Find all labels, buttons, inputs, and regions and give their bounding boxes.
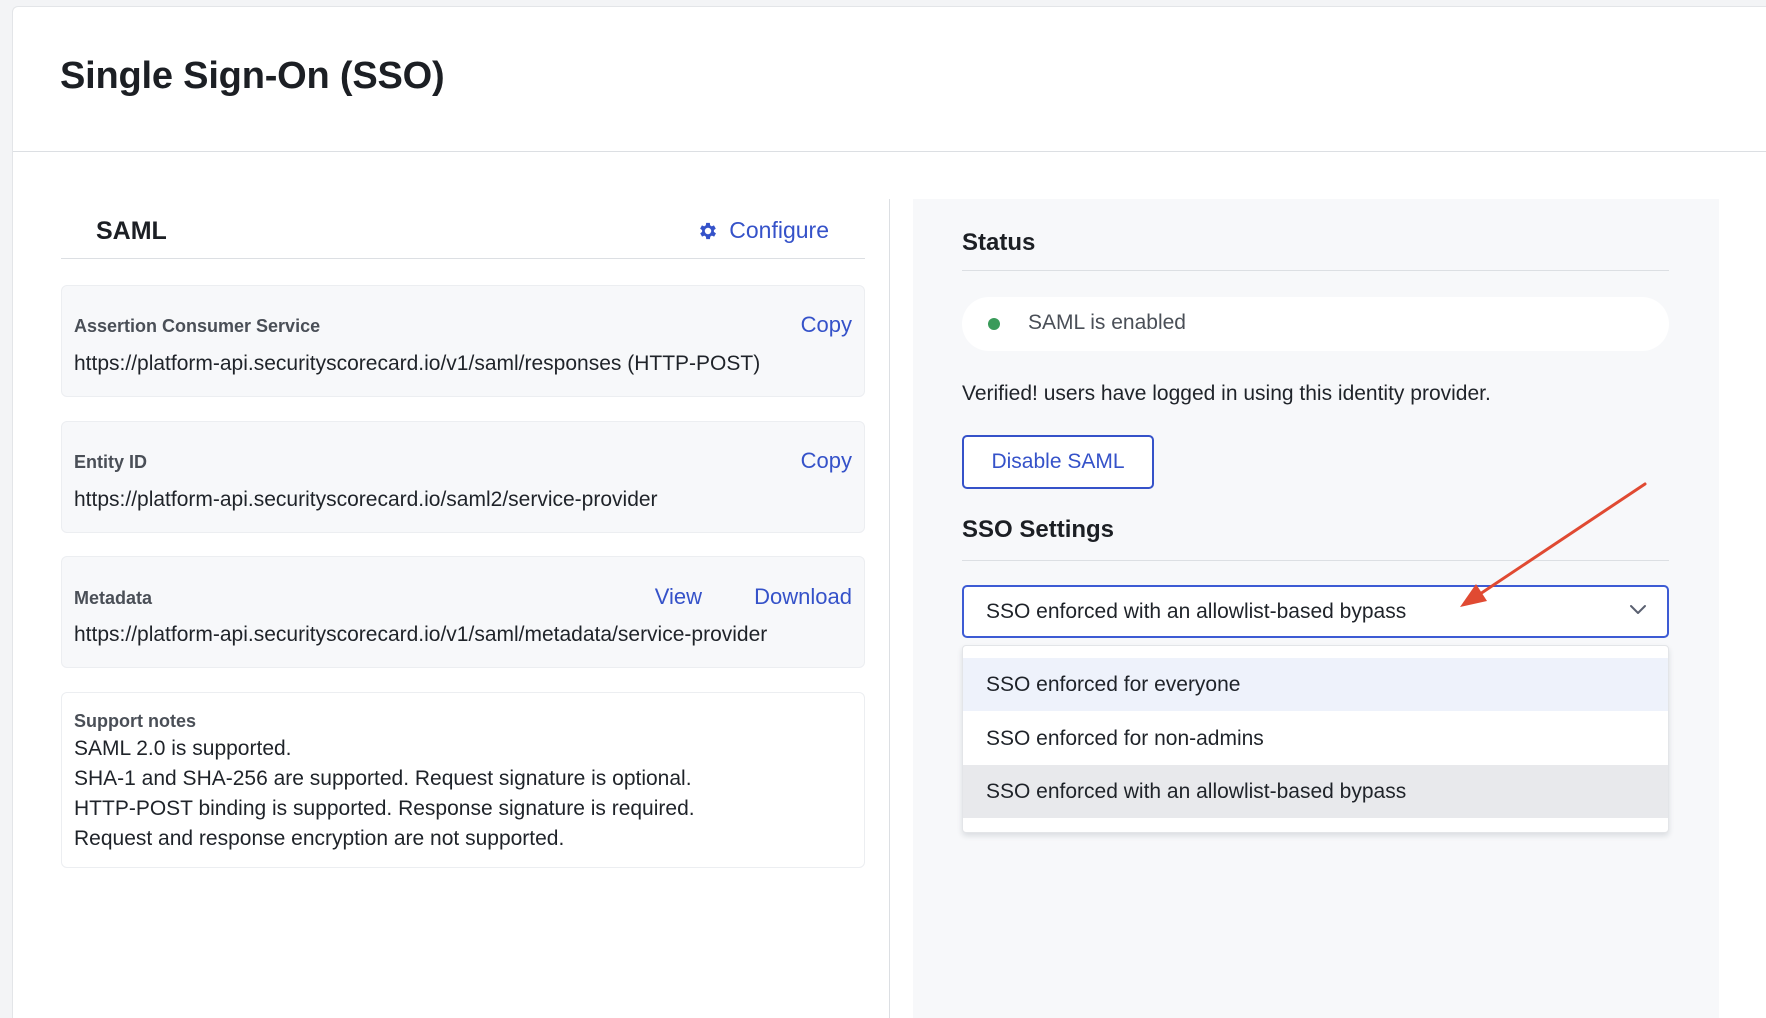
saml-column: SAML Configure Assertion Consumer Servic… [61,199,865,868]
entity-id-value: https://platform-api.securityscorecard.i… [74,488,658,511]
sso-page: Single Sign-On (SSO) SAML Configure Asse… [12,6,1766,1018]
status-title: Status [962,229,1036,256]
metadata-view-link[interactable]: View [655,584,702,610]
support-note-line: HTTP-POST binding is supported. Response… [74,797,695,820]
sso-option-allowlist-bypass[interactable]: SSO enforced with an allowlist-based byp… [963,765,1668,818]
verified-message: Verified! users have logged in using thi… [962,382,1491,405]
disable-saml-button[interactable]: Disable SAML [962,435,1154,489]
entity-id-copy-link[interactable]: Copy [801,448,852,474]
chevron-down-icon [1630,605,1646,614]
metadata-value: https://platform-api.securityscorecard.i… [74,623,768,646]
sso-settings-divider [962,560,1669,561]
metadata-card: Metadata View Download https://platform-… [61,556,865,668]
sso-option-everyone[interactable]: SSO enforced for everyone [963,658,1668,711]
configure-label: Configure [729,217,829,243]
saml-title: SAML [96,217,167,245]
metadata-download-link[interactable]: Download [754,584,852,610]
sso-mode-select[interactable]: SSO enforced with an allowlist-based byp… [962,585,1669,638]
status-panel: Status SAML is enabled Verified! users h… [913,199,1719,1018]
acs-copy-link[interactable]: Copy [801,312,852,338]
status-badge: SAML is enabled [962,297,1669,351]
metadata-label: Metadata [74,588,153,608]
configure-button[interactable]: Configure [697,217,829,244]
sso-option-non-admins[interactable]: SSO enforced for non-admins [963,712,1668,765]
page-header: Single Sign-On (SSO) [13,7,1766,152]
acs-card: Assertion Consumer Service Copy https://… [61,285,865,397]
acs-label: Assertion Consumer Service [74,316,321,336]
support-notes-label: Support notes [74,711,196,731]
support-note-line: SAML 2.0 is supported. [74,737,292,760]
support-notes-card: Support notes SAML 2.0 is supported. SHA… [61,692,865,868]
status-dot-icon [988,318,1000,330]
support-note-line: Request and response encryption are not … [74,827,565,850]
support-note-line: SHA-1 and SHA-256 are supported. Request… [74,767,692,790]
sso-mode-dropdown: SSO enforced for everyone SSO enforced f… [962,645,1669,833]
status-divider [962,270,1669,271]
entity-id-card: Entity ID Copy https://platform-api.secu… [61,421,865,533]
sso-mode-selected-value: SSO enforced with an allowlist-based byp… [986,600,1407,623]
gear-icon [700,222,717,239]
status-text: SAML is enabled [1028,311,1186,334]
column-divider [889,199,890,1018]
acs-value: https://platform-api.securityscorecard.i… [74,352,761,375]
sso-settings-title: SSO Settings [962,516,1115,543]
saml-header: SAML Configure [61,199,865,259]
page-title: Single Sign-On (SSO) [60,55,445,97]
entity-id-label: Entity ID [74,452,148,472]
